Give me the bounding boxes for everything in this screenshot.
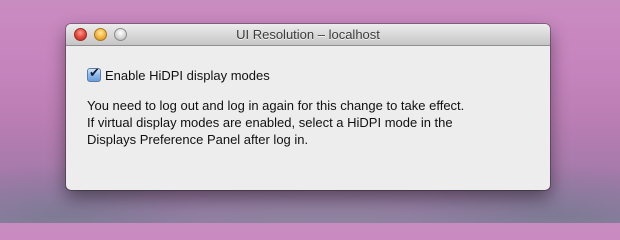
hidpi-checkbox[interactable]: ✔: [87, 66, 101, 82]
message-line: You need to log out and log in again for…: [87, 98, 465, 113]
hidpi-checkbox-label[interactable]: Enable HiDPI display modes: [105, 68, 270, 83]
window-title: UI Resolution – localhost: [236, 27, 380, 42]
checkmark-icon: ✔: [89, 66, 100, 81]
dialog-window: UI Resolution – localhost ✔ Enable HiDPI…: [66, 24, 550, 190]
hidpi-option[interactable]: ✔ Enable HiDPI display modes: [87, 66, 270, 84]
title-bar[interactable]: UI Resolution – localhost: [66, 24, 550, 46]
message-line: If virtual display modes are enabled, se…: [87, 115, 453, 130]
message-line: Displays Preference Panel after log in.: [87, 132, 309, 147]
info-message: You need to log out and log in again for…: [87, 97, 537, 148]
